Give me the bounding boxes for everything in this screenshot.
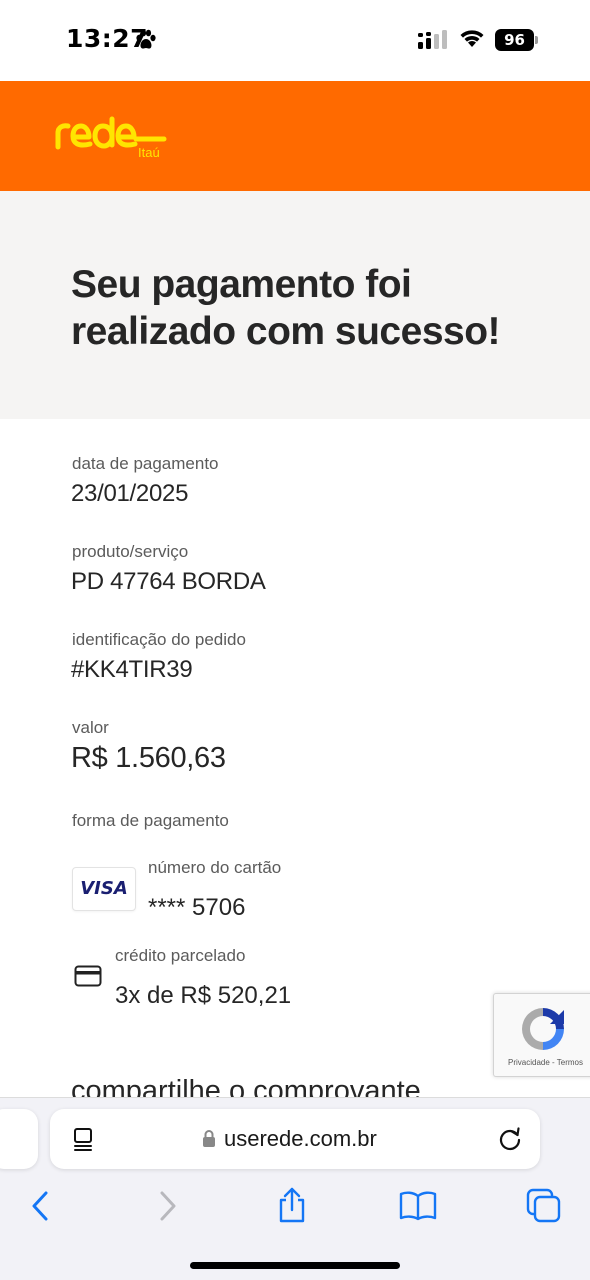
order-id-value: #KK4TIR39 — [71, 656, 193, 683]
forward-icon[interactable] — [148, 1186, 188, 1226]
page-title: Seu pagamento foi realizado com sucesso! — [71, 263, 501, 353]
payment-date-value: 23/01/2025 — [71, 480, 189, 507]
amount-value: R$ 1.560,63 — [71, 742, 226, 774]
wifi-icon — [460, 30, 484, 47]
paw-icon — [136, 29, 156, 49]
tabs-icon[interactable] — [524, 1186, 564, 1226]
share-receipt-heading: compartilhe o comprovante — [71, 1075, 421, 1097]
card-number-label: número do cartão — [148, 858, 282, 877]
payment-method-label: forma de pagamento — [72, 811, 229, 830]
signal-icon — [418, 30, 447, 49]
product-label: produto/serviço — [72, 542, 189, 561]
installment-label: crédito parcelado — [115, 946, 246, 965]
address-bar[interactable]: userede.com.br — [50, 1109, 540, 1169]
amount-label: valor — [72, 718, 109, 737]
logo-sub-text: Itaú — [138, 145, 160, 160]
product-value: PD 47764 BORDA — [71, 568, 266, 595]
visa-card-badge: VISA — [72, 867, 136, 911]
back-icon[interactable] — [20, 1186, 60, 1226]
battery-level: 96 — [495, 29, 534, 51]
lock-icon — [203, 1130, 215, 1147]
order-id-label: identificação do pedido — [72, 630, 246, 649]
share-icon[interactable] — [272, 1186, 312, 1226]
browser-toolbar: userede.com.br — [0, 1097, 590, 1280]
bookmarks-icon[interactable] — [398, 1186, 438, 1226]
credit-card-icon — [74, 965, 102, 987]
installment-value: 3x de R$ 520,21 — [115, 982, 292, 1009]
reload-icon[interactable] — [497, 1126, 523, 1152]
card-number-value: **** 5706 — [148, 894, 246, 921]
battery-icon: 96 — [495, 29, 539, 51]
page-menu-icon[interactable] — [72, 1127, 96, 1151]
battery-tip — [535, 36, 538, 44]
visa-logo: VISA — [80, 878, 128, 899]
home-indicator — [190, 1262, 400, 1269]
payment-date-label: data de pagamento — [72, 454, 219, 473]
recaptcha-links[interactable]: Privacidade - Termos — [508, 1058, 583, 1067]
success-hero: Seu pagamento foi realizado com sucesso! — [0, 191, 590, 419]
status-bar: 13:27 96 — [0, 0, 590, 81]
recaptcha-badge[interactable]: Privacidade - Termos — [493, 993, 590, 1077]
url-text[interactable]: userede.com.br — [224, 1126, 377, 1152]
recaptcha-icon — [522, 1008, 564, 1050]
previous-tab-preview[interactable] — [0, 1109, 38, 1169]
brand-header: Itaú — [0, 81, 590, 191]
